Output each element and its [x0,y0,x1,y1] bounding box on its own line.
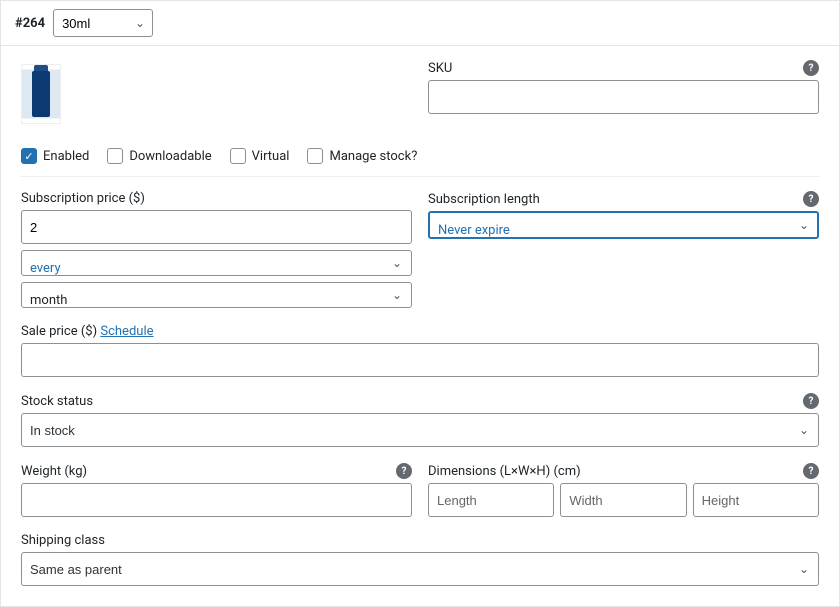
subscription-interval-select[interactable]: every [21,250,412,276]
shipping-class-label: Shipping class [21,533,105,548]
help-icon[interactable]: ? [803,60,819,76]
width-input[interactable] [560,483,686,517]
variation-id: #264 [15,16,45,31]
stock-status-label: Stock status [21,394,93,409]
checkbox-checked-icon: ✓ [21,148,37,164]
variation-attribute-select[interactable]: 30ml [53,9,153,37]
checkbox-empty-icon [107,148,123,164]
subscription-length-label: Subscription length [428,192,540,207]
checkbox-empty-icon [307,148,323,164]
height-input[interactable] [693,483,819,517]
sale-price-label: Sale price ($) Schedule [21,324,819,339]
weight-label: Weight (kg) [21,464,87,479]
stock-status-select[interactable]: In stock [21,413,819,447]
schedule-link[interactable]: Schedule [100,324,153,339]
sku-input[interactable] [428,80,819,114]
subscription-price-input[interactable] [21,210,412,244]
help-icon[interactable]: ? [803,191,819,207]
variation-header: #264 30ml ⌄ [1,1,839,46]
enabled-checkbox[interactable]: ✓ Enabled [21,148,89,164]
variation-checkbox-row: ✓ Enabled Downloadable Virtual Manage st… [21,136,819,177]
subscription-period-select[interactable]: month [21,282,412,308]
dimensions-label: Dimensions (L×W×H) (cm) [428,464,581,479]
checkbox-empty-icon [230,148,246,164]
variation-image-thumb[interactable] [21,64,61,124]
sku-label: SKU [428,61,452,76]
help-icon[interactable]: ? [803,463,819,479]
virtual-checkbox[interactable]: Virtual [230,148,290,164]
shipping-class-select[interactable]: Same as parent [21,552,819,586]
sale-price-input[interactable] [21,343,819,377]
subscription-price-label: Subscription price ($) [21,191,145,206]
variation-panel: #264 30ml ⌄ SKU ? ✓ [0,0,840,607]
weight-input[interactable] [21,483,412,517]
help-icon[interactable]: ? [803,393,819,409]
subscription-length-select[interactable]: Never expire [428,211,819,239]
help-icon[interactable]: ? [396,463,412,479]
manage-stock-checkbox[interactable]: Manage stock? [307,148,417,164]
length-input[interactable] [428,483,554,517]
downloadable-checkbox[interactable]: Downloadable [107,148,211,164]
